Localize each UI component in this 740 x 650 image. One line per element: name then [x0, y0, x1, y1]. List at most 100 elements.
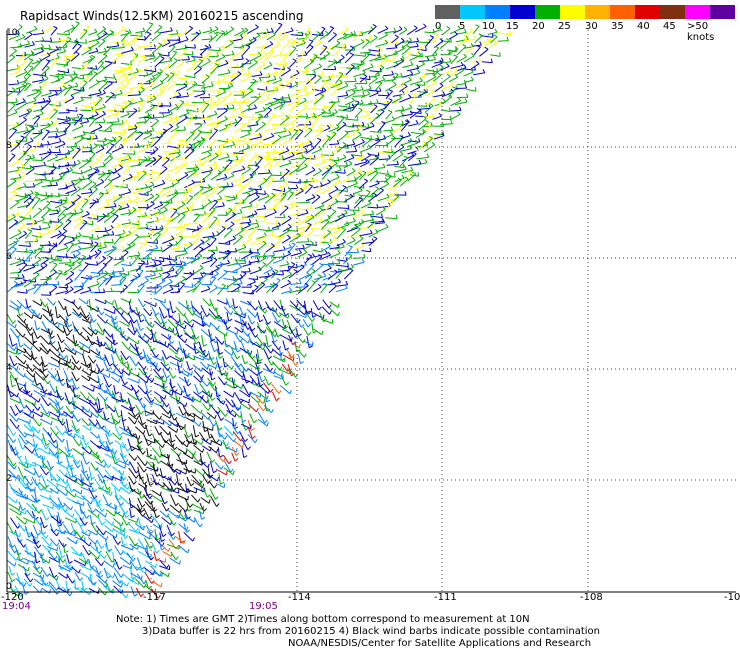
wind-barb-flag [291, 123, 295, 128]
wind-barb [265, 128, 275, 132]
wind-barb [368, 231, 379, 238]
wind-barb [256, 220, 266, 223]
wind-barb-flag [356, 248, 359, 253]
wind-barb-flag [173, 260, 178, 264]
wind-barb-flag [96, 280, 100, 285]
wind-barb [370, 105, 378, 114]
wind-barb-flag [493, 39, 498, 44]
wind-barb [41, 117, 51, 120]
wind-barb-flag [343, 169, 346, 174]
wind-barb [200, 154, 212, 161]
wind-barb-flag [239, 279, 243, 284]
wind-barb [153, 382, 165, 388]
wind-barb-flag [352, 123, 355, 128]
wind-barb [26, 91, 39, 97]
wind-barb-flag [300, 51, 305, 55]
wind-barb [255, 192, 266, 195]
wind-barb [42, 153, 52, 160]
wind-barb-flag [311, 318, 316, 322]
wind-barb-flag [287, 234, 291, 239]
wind-barb-flag [199, 264, 204, 269]
wind-barb [248, 251, 259, 254]
wind-barb [250, 54, 262, 62]
wind-barb [47, 297, 54, 306]
wind-barb-flag [256, 222, 260, 227]
wind-barb [120, 160, 131, 166]
wind-barb [391, 126, 403, 133]
wind-barb [271, 235, 284, 238]
wind-barb [456, 45, 467, 56]
wind-barb-flag [376, 203, 379, 209]
wind-barb [25, 28, 38, 34]
wind-barb-flag [318, 63, 323, 68]
wind-barb [290, 282, 302, 285]
wind-barb-flag [95, 111, 99, 115]
wind-barb [313, 264, 324, 274]
wind-barb-flag [41, 36, 45, 42]
wind-barb-flag [343, 154, 347, 158]
wind-barb-flag [329, 122, 331, 127]
wind-barb-flag [241, 55, 244, 60]
wind-barb-flag [357, 206, 360, 211]
wind-barb-flag [206, 58, 211, 62]
wind-barb [119, 333, 128, 341]
wind-barb-flag [151, 181, 155, 186]
wind-barb-flag [140, 86, 145, 90]
wind-barb-flag [70, 270, 75, 274]
wind-barb-flag [247, 119, 251, 124]
wind-barb-flag [22, 333, 26, 338]
wind-barb-flag [233, 384, 235, 389]
wind-barb-flag [66, 332, 71, 337]
wind-barb [176, 335, 186, 343]
wind-barb [151, 306, 157, 316]
wind-barb-flag [47, 223, 51, 228]
wind-barb-flag [391, 116, 395, 121]
wind-barb [217, 156, 230, 161]
wind-barb [257, 228, 270, 232]
wind-barb-flag [21, 273, 25, 278]
wind-barb [217, 72, 231, 76]
wind-barb-flag [168, 389, 172, 394]
wind-barb-flag [311, 166, 316, 171]
wind-barb [87, 263, 98, 266]
wind-barb [50, 41, 61, 43]
wind-barb-flag [77, 159, 81, 164]
wind-barb-flag [80, 208, 84, 212]
wind-barb-flag [31, 314, 34, 319]
wind-barb [312, 170, 322, 177]
wind-barb-flag [95, 134, 98, 139]
wind-barb-flag [457, 25, 461, 30]
wind-barb [217, 76, 227, 85]
wind-barb-flag [48, 44, 51, 49]
wind-barb-flag [151, 378, 155, 383]
wind-barb-flag [20, 52, 25, 56]
wind-barb-flag [463, 28, 467, 33]
wind-barb-flag [282, 219, 285, 224]
wind-barb [400, 148, 412, 152]
wind-barb [239, 221, 251, 224]
wind-barb-flag [220, 30, 226, 33]
wind-barb [361, 226, 373, 230]
wind-barb [47, 306, 51, 317]
wind-barb-flag [103, 276, 108, 280]
wind-barb [57, 130, 68, 133]
wind-barb-flag [332, 131, 337, 134]
wind-barb [96, 153, 104, 162]
wind-barb-flag [358, 107, 363, 111]
wind-barb [201, 259, 213, 265]
wind-barb [378, 102, 389, 106]
wind-barb [481, 61, 493, 64]
wind-barb-flag [179, 222, 183, 227]
wind-barb [279, 139, 292, 146]
wind-barb-flag [308, 183, 313, 187]
wind-barb [209, 201, 218, 212]
wind-barb [314, 111, 326, 119]
wind-barb-flag [78, 232, 82, 236]
wind-barb-flag [139, 206, 142, 211]
wind-barb-flag [307, 155, 312, 158]
wind-barb-flag [124, 118, 128, 122]
wind-barb-flag [70, 94, 75, 99]
wind-barb-flag [450, 119, 453, 124]
wind-barb [335, 171, 346, 174]
wind-barb [95, 148, 105, 154]
